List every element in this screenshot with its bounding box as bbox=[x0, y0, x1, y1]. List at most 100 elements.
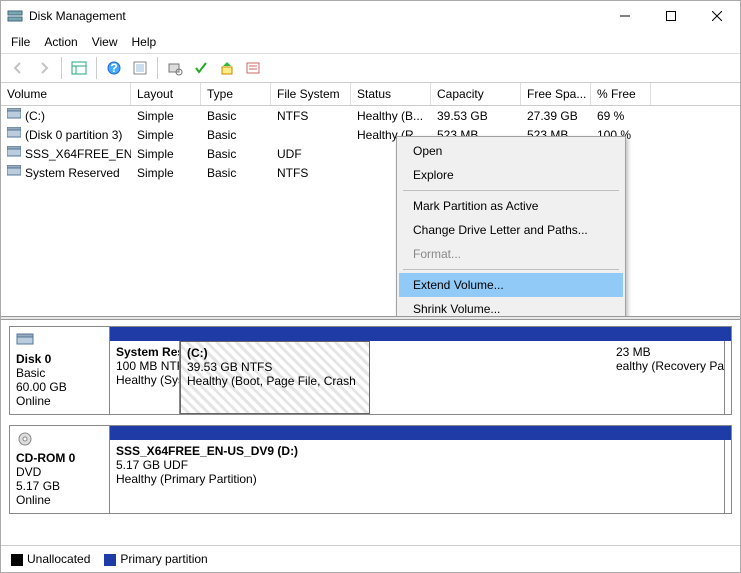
col-capacity[interactable]: Capacity bbox=[431, 83, 521, 105]
volume-type: Basic bbox=[201, 127, 271, 143]
volume-row[interactable]: (C:)SimpleBasicNTFSHealthy (B...39.53 GB… bbox=[1, 106, 740, 125]
volume-type: Basic bbox=[201, 165, 271, 181]
disk-header-bar bbox=[110, 327, 731, 341]
titlebar: Disk Management bbox=[1, 1, 740, 31]
col-status[interactable]: Status bbox=[351, 83, 431, 105]
menu-item-extend-volume[interactable]: Extend Volume... bbox=[399, 273, 623, 297]
volume-layout: Simple bbox=[131, 146, 201, 162]
refresh-button[interactable] bbox=[129, 57, 151, 79]
toolbar-separator bbox=[96, 57, 97, 79]
volume-row[interactable]: (Disk 0 partition 3)SimpleBasicHealthy (… bbox=[1, 125, 740, 144]
volume-list-header: Volume Layout Type File System Status Ca… bbox=[1, 83, 740, 106]
partition-status: ealthy (Recovery Pa bbox=[616, 359, 718, 373]
col-volume[interactable]: Volume bbox=[1, 83, 131, 105]
disk-row: Disk 0Basic60.00 GBOnlineSystem Reser100… bbox=[9, 326, 732, 415]
menubar: File Action View Help bbox=[1, 31, 740, 54]
partition[interactable]: SSS_X64FREE_EN-US_DV9 (D:)5.17 GB UDFHea… bbox=[110, 440, 725, 513]
disk-row: CD-ROM 0DVD5.17 GBOnlineSSS_X64FREE_EN-U… bbox=[9, 425, 732, 514]
settings-button[interactable] bbox=[242, 57, 264, 79]
volume-row[interactable]: System ReservedSimpleBasicNTFS% bbox=[1, 163, 740, 182]
menu-file[interactable]: File bbox=[11, 35, 30, 49]
maximize-button[interactable] bbox=[648, 1, 694, 31]
back-button[interactable] bbox=[7, 57, 29, 79]
menu-view[interactable]: View bbox=[92, 35, 118, 49]
volume-name: SSS_X64FREE_EN-... bbox=[25, 147, 131, 161]
drive-icon bbox=[7, 108, 21, 123]
partition[interactable]: (C:)39.53 GB NTFSHealthy (Boot, Page Fil… bbox=[180, 341, 370, 414]
disk-status: Online bbox=[16, 394, 103, 408]
col-layout[interactable]: Layout bbox=[131, 83, 201, 105]
volume-layout: Simple bbox=[131, 127, 201, 143]
volume-pfree: 69 % bbox=[591, 108, 651, 124]
svg-text:?: ? bbox=[110, 61, 117, 75]
menu-separator bbox=[403, 190, 619, 191]
legend-primary: Primary partition bbox=[104, 552, 207, 566]
menu-item-explore[interactable]: Explore bbox=[399, 163, 623, 187]
drive-icon bbox=[7, 146, 21, 161]
drive-icon bbox=[7, 127, 21, 142]
col-pfree[interactable]: % Free bbox=[591, 83, 651, 105]
legend-unallocated: Unallocated bbox=[11, 552, 90, 566]
disk-size: 60.00 GB bbox=[16, 380, 103, 394]
partition-status: Healthy (Boot, Page File, Crash bbox=[187, 374, 363, 388]
menu-item-change-drive-letter-and-paths[interactable]: Change Drive Letter and Paths... bbox=[399, 218, 623, 242]
partition-size: 5.17 GB UDF bbox=[116, 458, 718, 472]
menu-separator bbox=[403, 269, 619, 270]
disk-type: DVD bbox=[16, 465, 103, 479]
disk-info: CD-ROM 0DVD5.17 GBOnline bbox=[10, 426, 110, 513]
volume-list[interactable]: (C:)SimpleBasicNTFSHealthy (B...39.53 GB… bbox=[1, 106, 740, 316]
menu-action[interactable]: Action bbox=[44, 35, 77, 49]
disk-size: 5.17 GB bbox=[16, 479, 103, 493]
window-title: Disk Management bbox=[29, 9, 126, 23]
partition-title: System Reser bbox=[116, 345, 173, 359]
toolbar-separator bbox=[61, 57, 62, 79]
up-button[interactable] bbox=[216, 57, 238, 79]
partition[interactable]: 23 MBealthy (Recovery Pa bbox=[610, 341, 725, 414]
menu-item-open[interactable]: Open bbox=[399, 139, 623, 163]
disk-info: Disk 0Basic60.00 GBOnline bbox=[10, 327, 110, 414]
toolbar: ? bbox=[1, 54, 740, 83]
volume-name: (Disk 0 partition 3) bbox=[25, 128, 122, 142]
close-button[interactable] bbox=[694, 1, 740, 31]
volume-name: System Reserved bbox=[25, 166, 120, 180]
volume-fs: UDF bbox=[271, 146, 351, 162]
show-hide-console-button[interactable] bbox=[68, 57, 90, 79]
volume-layout: Simple bbox=[131, 108, 201, 124]
drive-icon bbox=[7, 165, 21, 180]
menu-item-mark-partition-as-active[interactable]: Mark Partition as Active bbox=[399, 194, 623, 218]
disk-type: Basic bbox=[16, 366, 103, 380]
volume-free: 27.39 GB bbox=[521, 108, 591, 124]
help-button[interactable]: ? bbox=[103, 57, 125, 79]
app-icon bbox=[7, 8, 23, 24]
volume-row[interactable]: SSS_X64FREE_EN-...SimpleBasicUDF% bbox=[1, 144, 740, 163]
menu-help[interactable]: Help bbox=[132, 35, 157, 49]
volume-fs: NTFS bbox=[271, 108, 351, 124]
partition[interactable]: System Reser100 MB NTFSHealthy (Syste bbox=[110, 341, 180, 414]
legend: Unallocated Primary partition bbox=[1, 545, 740, 572]
partition-status: Healthy (Syste bbox=[116, 373, 173, 387]
col-filesystem[interactable]: File System bbox=[271, 83, 351, 105]
volume-fs: NTFS bbox=[271, 165, 351, 181]
partition-status: Healthy (Primary Partition) bbox=[116, 472, 718, 486]
menu-item-shrink-volume[interactable]: Shrink Volume... bbox=[399, 297, 623, 316]
graphical-view: Disk 0Basic60.00 GBOnlineSystem Reser100… bbox=[1, 320, 740, 545]
context-menu: OpenExplore Mark Partition as ActiveChang… bbox=[396, 136, 626, 316]
forward-button[interactable] bbox=[33, 57, 55, 79]
partition-size: 23 MB bbox=[616, 345, 718, 359]
volume-capacity: 39.53 GB bbox=[431, 108, 521, 124]
minimize-button[interactable] bbox=[602, 1, 648, 31]
disk-name: Disk 0 bbox=[16, 352, 103, 366]
col-free[interactable]: Free Spa... bbox=[521, 83, 591, 105]
disk-status: Online bbox=[16, 493, 103, 507]
toolbar-separator bbox=[157, 57, 158, 79]
rescan-button[interactable] bbox=[164, 57, 186, 79]
volume-type: Basic bbox=[201, 146, 271, 162]
disk-name: CD-ROM 0 bbox=[16, 451, 103, 465]
disk-header-bar bbox=[110, 426, 731, 440]
volume-name: (C:) bbox=[25, 109, 45, 123]
volume-type: Basic bbox=[201, 108, 271, 124]
volume-fs bbox=[271, 134, 351, 136]
partition-title: SSS_X64FREE_EN-US_DV9 (D:) bbox=[116, 444, 718, 458]
col-type[interactable]: Type bbox=[201, 83, 271, 105]
check-button[interactable] bbox=[190, 57, 212, 79]
